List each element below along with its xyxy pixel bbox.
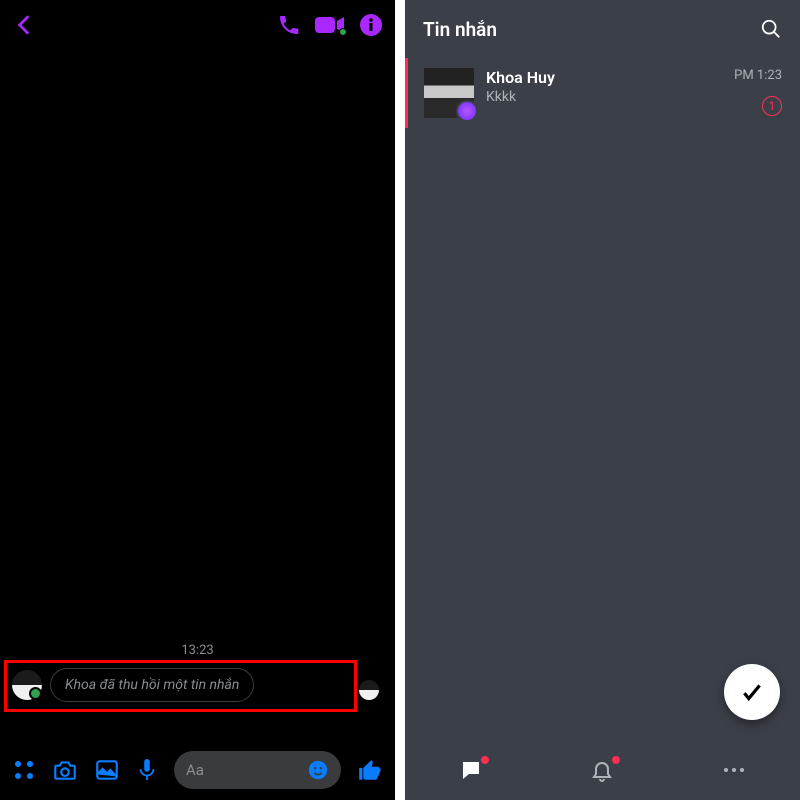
info-icon[interactable] <box>359 13 383 37</box>
input-placeholder: Aa <box>186 761 204 779</box>
inbox-header: Tin nhắn <box>405 0 800 58</box>
notification-dot-icon <box>481 756 489 764</box>
message-input[interactable]: Aa <box>174 751 341 789</box>
seen-indicator-avatar <box>359 680 379 700</box>
back-icon[interactable] <box>12 12 38 38</box>
screenshot-divider <box>395 0 405 800</box>
retracted-message-row: Khoa đã thu hồi một tin nhắn <box>12 668 383 702</box>
notification-dot-icon <box>612 756 620 764</box>
sender-avatar[interactable] <box>12 670 42 700</box>
conversation-preview: Kkkk <box>486 89 784 105</box>
inbox-screen: Tin nhắn Khoa Huy Kkkk PM 1:23 1 <box>405 0 800 800</box>
chat-header <box>0 0 395 50</box>
inbox-title: Tin nhắn <box>423 18 497 41</box>
chat-body[interactable]: 13:23 Khoa đã thu hồi một tin nhắn Aa <box>0 50 395 800</box>
retracted-message-bubble[interactable]: Khoa đã thu hồi một tin nhắn <box>50 668 254 702</box>
emoji-icon[interactable] <box>307 759 329 781</box>
search-icon[interactable] <box>760 18 782 40</box>
camera-icon[interactable] <box>52 757 78 783</box>
fab-compose[interactable] <box>724 664 780 720</box>
conversation-avatar <box>424 68 474 118</box>
messenger-chat-screen: 13:23 Khoa đã thu hồi một tin nhắn Aa <box>0 0 395 800</box>
tab-more[interactable] <box>721 758 747 782</box>
tab-notifications[interactable] <box>590 758 614 782</box>
tab-chats[interactable] <box>459 758 483 782</box>
conversation-item[interactable]: Khoa Huy Kkkk PM 1:23 1 <box>405 58 800 128</box>
compose-bar: Aa <box>0 740 395 800</box>
apps-icon[interactable] <box>12 758 36 782</box>
gallery-icon[interactable] <box>94 757 120 783</box>
thumbs-up-icon[interactable] <box>357 757 383 783</box>
phone-icon[interactable] <box>277 13 301 37</box>
conversation-time: PM 1:23 <box>734 68 782 83</box>
message-timestamp: 13:23 <box>0 643 395 658</box>
mic-icon[interactable] <box>136 757 158 783</box>
video-icon[interactable] <box>315 15 345 35</box>
unread-badge: 1 <box>762 96 782 116</box>
bottom-tabs <box>405 740 800 800</box>
